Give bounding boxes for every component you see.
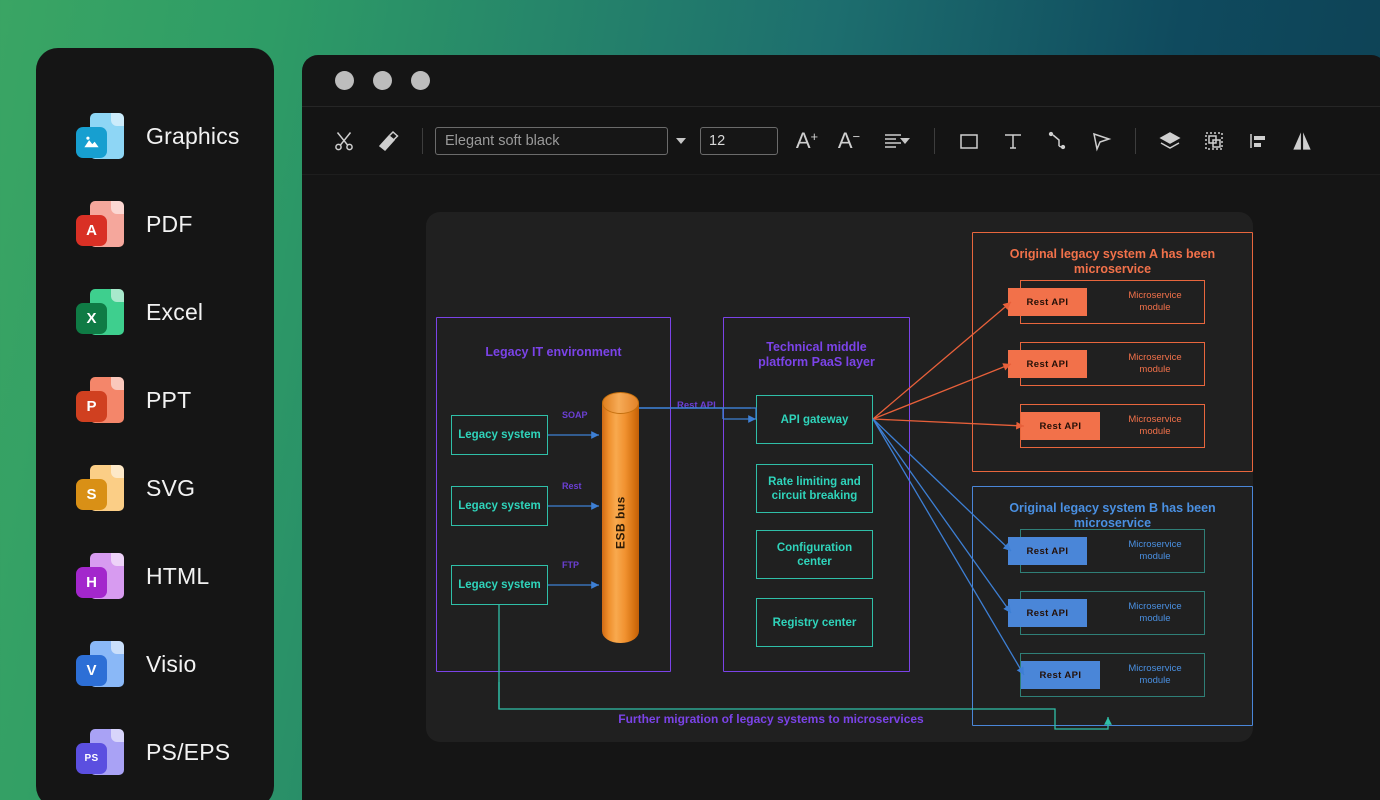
app-window: A+ A− bbox=[302, 55, 1380, 800]
font-name-input[interactable] bbox=[435, 126, 668, 155]
connector-line bbox=[498, 605, 1112, 730]
connector-line bbox=[639, 407, 757, 419]
sidebar-item-svg[interactable]: S SVG bbox=[36, 444, 274, 532]
close-button[interactable] bbox=[335, 71, 354, 90]
sidebar-item-label: PDF bbox=[146, 210, 193, 237]
html-file-icon: H bbox=[76, 551, 124, 601]
sidebar-item-label: HTML bbox=[146, 562, 210, 589]
sidebar-item-label: PPT bbox=[146, 386, 192, 413]
increase-font-size-sup: + bbox=[810, 129, 819, 144]
pdf-file-icon: A bbox=[76, 199, 124, 249]
decrease-font-size-sup: − bbox=[852, 129, 861, 144]
window-titlebar bbox=[302, 55, 1380, 107]
diagram-canvas[interactable]: Legacy IT environment Legacy system SOAP Le… bbox=[426, 212, 1253, 742]
cut-icon[interactable] bbox=[322, 119, 366, 163]
sidebar-item-ps-eps[interactable]: PS PS/EPS bbox=[36, 708, 274, 796]
format-painter-icon[interactable] bbox=[366, 119, 410, 163]
excel-file-icon: X bbox=[76, 287, 124, 337]
connector-line bbox=[872, 418, 1012, 552]
connector-line bbox=[872, 418, 1012, 614]
maximize-button[interactable] bbox=[411, 71, 430, 90]
sidebar-item-graphics[interactable]: Graphics bbox=[36, 92, 274, 180]
sidebar-item-label: Graphics bbox=[146, 122, 240, 149]
align-left-icon[interactable] bbox=[1236, 119, 1280, 163]
rectangle-icon[interactable] bbox=[947, 119, 991, 163]
connector-icon[interactable] bbox=[1035, 119, 1079, 163]
connector-line bbox=[872, 418, 1025, 430]
layers-icon[interactable] bbox=[1148, 119, 1192, 163]
connector-line bbox=[872, 418, 1025, 676]
pointer-icon[interactable] bbox=[1079, 119, 1123, 163]
svg-file-icon: S bbox=[76, 463, 124, 513]
toolbar-divider-3 bbox=[1135, 127, 1136, 154]
connector-line bbox=[872, 363, 1012, 420]
font-size-select[interactable] bbox=[700, 126, 910, 155]
sidebar-item-label: Visio bbox=[146, 650, 197, 677]
text-tool-icon[interactable] bbox=[991, 119, 1035, 163]
sidebar-item-label: SVG bbox=[146, 474, 196, 501]
connector-line bbox=[639, 407, 724, 419]
flip-horizontal-icon[interactable] bbox=[1280, 119, 1324, 163]
visio-file-icon: V bbox=[76, 639, 124, 689]
graphics-file-icon bbox=[76, 111, 124, 161]
decrease-font-size-label: A bbox=[837, 127, 853, 153]
toolbar-divider bbox=[422, 127, 423, 154]
diagram-connectors bbox=[498, 301, 1112, 730]
increase-font-size-label: A bbox=[795, 127, 811, 153]
font-name-dropdown-arrow[interactable] bbox=[668, 127, 694, 155]
sidebar-item-ppt[interactable]: P PPT bbox=[36, 356, 274, 444]
toolbar-divider-2 bbox=[934, 127, 935, 154]
sidebar-item-label: Excel bbox=[146, 298, 204, 325]
sidebar-item-label: PS/EPS bbox=[146, 738, 231, 765]
architecture-diagram: Legacy IT environment Legacy system SOAP Le… bbox=[426, 212, 1253, 742]
connector-line bbox=[872, 301, 1012, 420]
pseps-file-icon: PS bbox=[76, 727, 124, 777]
file-type-sidebar: Graphics A PDF X Excel P PPT S SVG H HTML V Visio PS P… bbox=[36, 48, 274, 800]
align-icon[interactable] bbox=[870, 119, 922, 163]
sidebar-item-visio[interactable]: V Visio bbox=[36, 620, 274, 708]
ppt-file-icon: P bbox=[76, 375, 124, 425]
sidebar-item-excel[interactable]: X Excel bbox=[36, 268, 274, 356]
group-icon[interactable] bbox=[1192, 119, 1236, 163]
editor-toolbar: A+ A− bbox=[302, 107, 1380, 175]
sidebar-item-html[interactable]: H HTML bbox=[36, 532, 274, 620]
increase-font-size-button[interactable]: A + bbox=[786, 119, 828, 163]
sidebar-item-pdf[interactable]: A PDF bbox=[36, 180, 274, 268]
decrease-font-size-button[interactable]: A − bbox=[828, 119, 870, 163]
minimize-button[interactable] bbox=[373, 71, 392, 90]
